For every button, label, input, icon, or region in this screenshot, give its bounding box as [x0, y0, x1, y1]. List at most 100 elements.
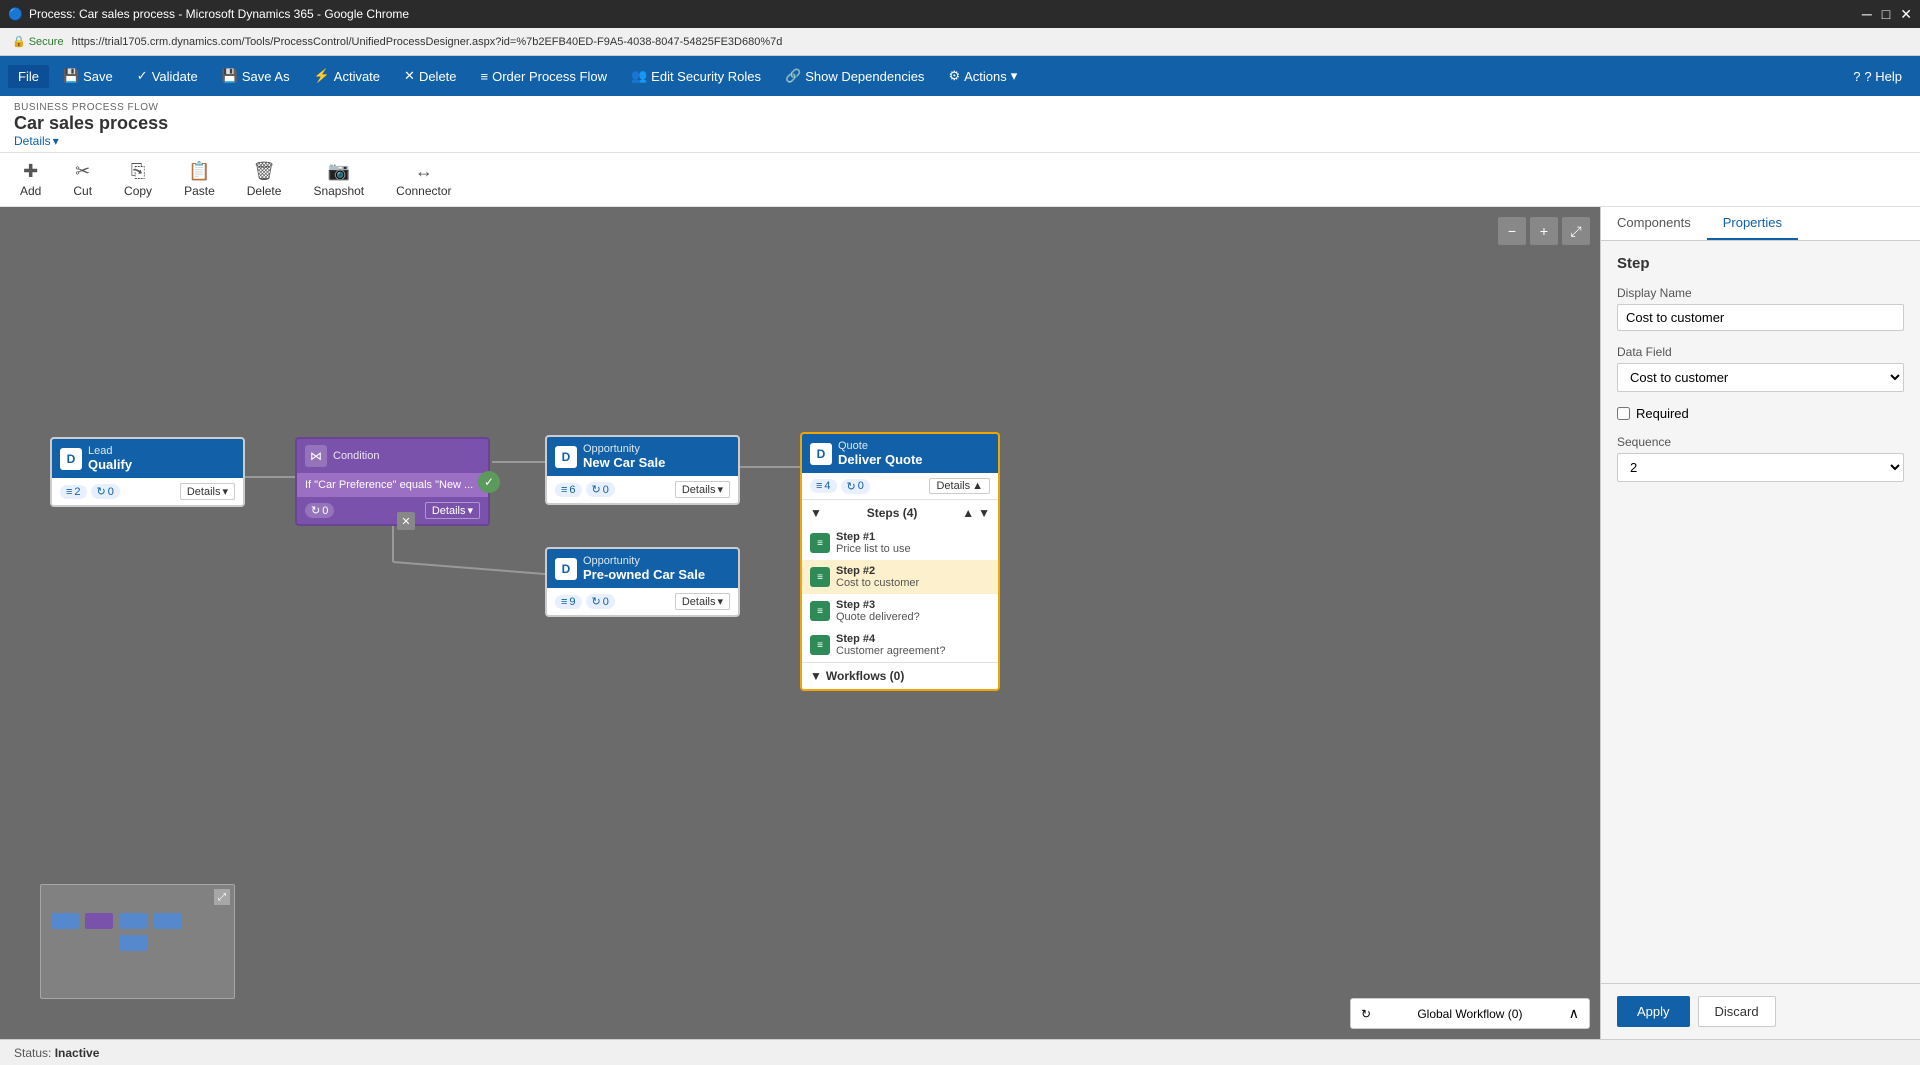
minimap[interactable]: ⤢	[40, 884, 235, 999]
step-4-icon: ≡	[810, 635, 830, 655]
file-button[interactable]: File	[8, 65, 49, 88]
close-icon[interactable]: ✕	[1900, 6, 1912, 23]
actions-chevron-icon: ▾	[1011, 68, 1018, 84]
copy-icon: ⎘	[131, 161, 145, 182]
zoom-out-button[interactable]: −	[1498, 217, 1526, 245]
right-panel: Components Properties Step Display Name …	[1600, 207, 1920, 1039]
required-checkbox[interactable]	[1617, 407, 1630, 420]
cut-icon: ✂	[75, 161, 90, 182]
lead-node[interactable]: D Lead Qualify ≡ 2 ↻ 0 Details ▾	[50, 437, 245, 507]
workflows-section[interactable]: ▼ Workflows (0)	[802, 662, 998, 689]
discard-button[interactable]: Discard	[1698, 996, 1776, 1027]
opportunity-preowned-type: Opportunity	[583, 555, 705, 567]
panel-tabs: Components Properties	[1601, 207, 1920, 241]
apply-button[interactable]: Apply	[1617, 996, 1690, 1027]
panel-content: Step Display Name Data Field Cost to cus…	[1601, 241, 1920, 983]
quote-details-button[interactable]: Details ▲	[929, 478, 990, 494]
step-1-item[interactable]: ≡ Step #1 Price list to use	[802, 526, 998, 560]
add-button[interactable]: ✚ Add	[14, 159, 47, 200]
opportunity-preowned-steps-badge: ≡ 9	[555, 595, 582, 609]
minimap-node-opp-new	[119, 913, 147, 929]
required-checkbox-group: Required	[1617, 406, 1904, 421]
steps-header[interactable]: ▼ Steps (4) ▲ ▼	[802, 500, 998, 526]
step-3-item[interactable]: ≡ Step #3 Quote delivered?	[802, 594, 998, 628]
sequence-select[interactable]: 2	[1617, 453, 1904, 482]
condition-details-button[interactable]: Details ▾	[425, 502, 480, 519]
condition-node-icon: ⋈	[305, 445, 327, 467]
canvas-area[interactable]: D Lead Qualify ≡ 2 ↻ 0 Details ▾ ⋈ Co	[0, 207, 1600, 1039]
paste-button[interactable]: 📋 Paste	[178, 159, 221, 200]
workflow-refresh-icon: ↻	[1361, 1007, 1371, 1021]
activate-button[interactable]: ⚡ Activate	[304, 64, 390, 88]
add-icon: ✚	[23, 161, 38, 182]
opportunity-new-details-button[interactable]: Details ▾	[675, 481, 730, 498]
actions-button[interactable]: ⚙ Actions ▾	[938, 64, 1027, 88]
opportunity-new-chevron-icon: ▾	[717, 483, 723, 496]
step-2-item[interactable]: ≡ Step #2 Cost to customer	[802, 560, 998, 594]
delete-design-button[interactable]: 🗑 Delete	[241, 159, 288, 200]
condition-text: If "Car Preference" equals "New ...	[305, 479, 473, 491]
cut-button[interactable]: ✂ Cut	[67, 159, 98, 200]
quote-node-header: D Quote Deliver Quote	[802, 434, 998, 473]
delete-button[interactable]: ✕ Delete	[394, 64, 466, 88]
steps-up-icon[interactable]: ▲	[962, 506, 974, 520]
step-1-num: Step #1	[836, 531, 911, 543]
lead-steps-badge: ≡ 2	[60, 485, 87, 499]
maximize-icon[interactable]: □	[1882, 6, 1890, 23]
steps-down-icon[interactable]: ▼	[978, 506, 990, 520]
paste-icon: 📋	[188, 161, 210, 182]
global-workflow-collapse-button[interactable]: ∧	[1569, 1005, 1579, 1022]
step-3-desc: Quote delivered?	[836, 611, 920, 623]
minimap-node-quote	[154, 913, 182, 929]
opportunity-preowned-details-button[interactable]: Details ▾	[675, 593, 730, 610]
global-workflow-label: Global Workflow (0)	[1417, 1007, 1522, 1021]
browser-window-controls[interactable]: ─ □ ✕	[1862, 6, 1912, 23]
lead-details-chevron-icon: ▾	[222, 485, 228, 498]
save-button[interactable]: 💾 Save	[53, 64, 123, 88]
properties-tab[interactable]: Properties	[1707, 207, 1798, 240]
minimize-icon[interactable]: ─	[1862, 6, 1872, 23]
quote-node[interactable]: D Quote Deliver Quote ≡ 4 ↻ 0 Details ▲ …	[800, 432, 1000, 691]
status-bar: Status: Inactive	[0, 1039, 1920, 1065]
condition-node[interactable]: ⋈ Condition If "Car Preference" equals "…	[295, 437, 490, 526]
show-dependencies-button[interactable]: 🔗 Show Dependencies	[775, 64, 934, 88]
steps-triangle-icon: ▼	[810, 506, 822, 520]
display-name-input[interactable]	[1617, 304, 1904, 331]
step-4-item[interactable]: ≡ Step #4 Customer agreement?	[802, 628, 998, 662]
step-3-text: Step #3 Quote delivered?	[836, 599, 920, 623]
lead-node-header: D Lead Qualify	[52, 439, 243, 478]
fit-button[interactable]: ⤢	[1562, 217, 1590, 245]
close-button[interactable]: ✕	[397, 512, 415, 530]
lead-details-button[interactable]: Details ▾	[180, 483, 235, 500]
help-button[interactable]: ? ? Help	[1843, 65, 1912, 88]
zoom-in-button[interactable]: +	[1530, 217, 1558, 245]
browser-title: Process: Car sales process - Microsoft D…	[29, 7, 409, 21]
quote-workflows-badge: ↻ 0	[841, 479, 870, 494]
data-field-select[interactable]: Cost to customer	[1617, 363, 1904, 392]
page-header: BUSINESS PROCESS FLOW Car sales process …	[0, 96, 1920, 153]
save-as-button[interactable]: 💾 Save As	[212, 64, 300, 88]
browser-favicon: 🔵	[8, 7, 23, 21]
dependencies-icon: 🔗	[785, 68, 801, 84]
url-display[interactable]: https://trial1705.crm.dynamics.com/Tools…	[72, 36, 783, 48]
validate-button[interactable]: ✓ Validate	[127, 64, 208, 88]
connector-button[interactable]: ↔ Connector	[390, 159, 457, 200]
global-workflow-bar[interactable]: ↻ Global Workflow (0) ∧	[1350, 998, 1590, 1029]
design-toolbar: ✚ Add ✂ Cut ⎘ Copy 📋 Paste 🗑 Delete 📷 Sn…	[0, 153, 1920, 207]
components-tab[interactable]: Components	[1601, 207, 1707, 240]
lead-workflows-badge: ↻ 0	[91, 484, 120, 499]
opportunity-new-footer: ≡ 6 ↻ 0 Details ▾	[547, 476, 738, 503]
copy-button[interactable]: ⎘ Copy	[118, 159, 158, 200]
workflows-triangle-icon: ▼	[810, 669, 822, 683]
edit-security-roles-button[interactable]: 👥 Edit Security Roles	[621, 64, 771, 88]
details-link[interactable]: Details ▾	[14, 134, 1906, 148]
details-chevron-icon: ▾	[53, 134, 59, 148]
opportunity-preowned-node[interactable]: D Opportunity Pre-owned Car Sale ≡ 9 ↻ 0…	[545, 547, 740, 617]
minimap-expand-button[interactable]: ⤢	[214, 889, 230, 905]
display-name-label: Display Name	[1617, 286, 1904, 300]
workflows-label: Workflows (0)	[826, 669, 904, 683]
order-process-flow-button[interactable]: ≡ Order Process Flow	[471, 65, 617, 88]
snapshot-button[interactable]: 📷 Snapshot	[307, 159, 370, 200]
opportunity-new-node[interactable]: D Opportunity New Car Sale ≡ 6 ↻ 0 Detai…	[545, 435, 740, 505]
opportunity-preowned-workflows-badge: ↻ 0	[586, 594, 615, 609]
